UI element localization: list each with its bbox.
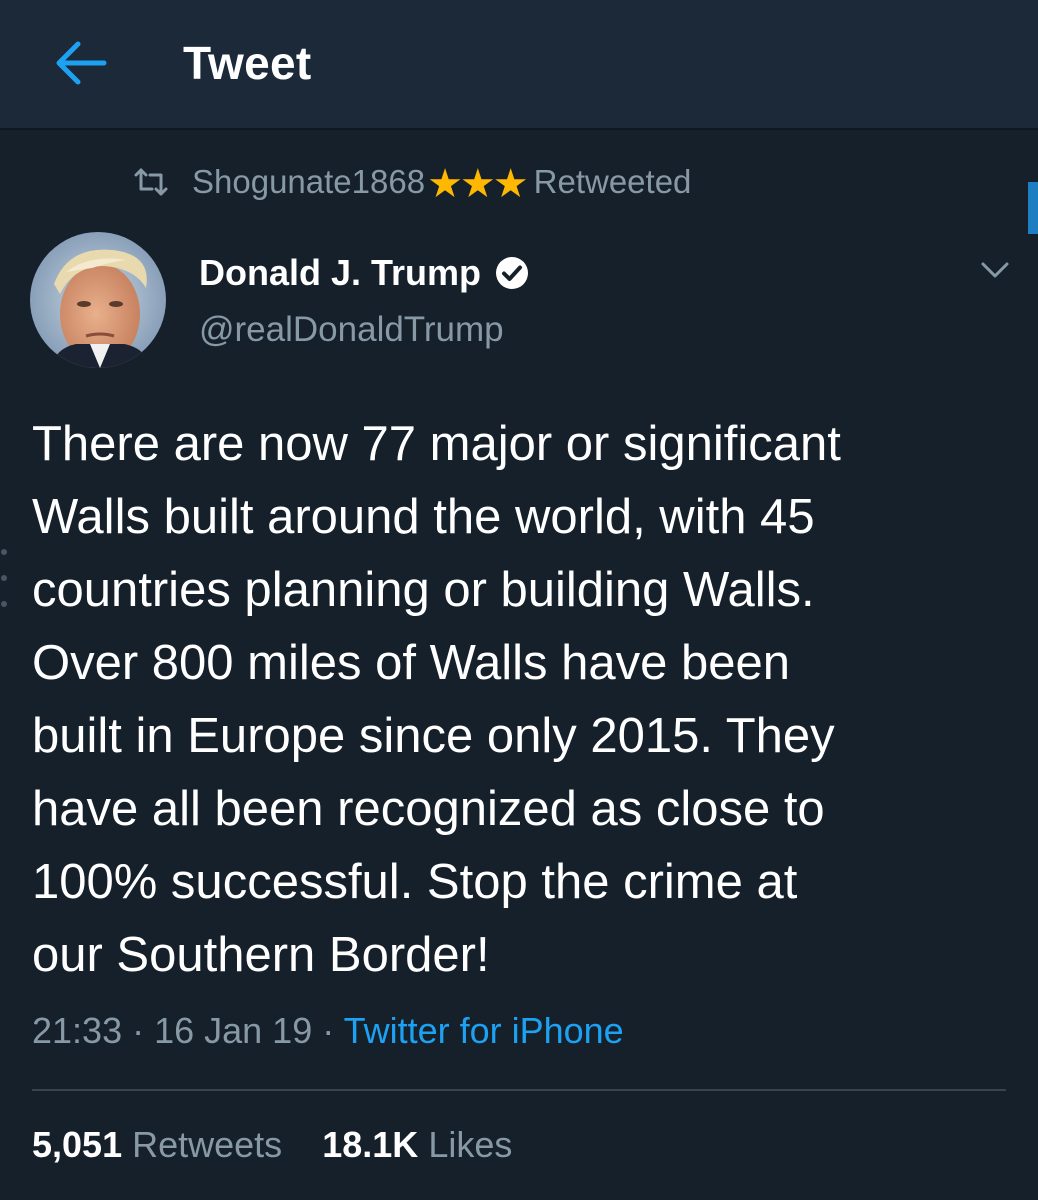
background-edge-decoration	[1, 549, 7, 607]
tweet-text-line: 100% successful. Stop the crime at	[32, 855, 798, 909]
avatar-image	[30, 232, 166, 368]
retweet-context: Shogunate1868 ★★★ Retweeted	[132, 160, 692, 206]
tweet-date: 16 Jan 19	[154, 1010, 313, 1051]
tweet-text-line: built in Europe since only 2015. They	[32, 709, 835, 763]
retweets-count: 5,051	[32, 1124, 123, 1165]
meta-separator: ·	[312, 1010, 344, 1051]
back-arrow-icon[interactable]	[52, 38, 112, 88]
page-title: Tweet	[183, 37, 312, 89]
meta-separator: ·	[122, 1010, 155, 1051]
tweet-time: 21:33	[32, 1010, 123, 1051]
tweet-text-line: our Southern Border!	[32, 928, 490, 982]
verified-badge-icon	[496, 257, 529, 289]
tweet-stats: 5,051 Retweets 18.1K Likes	[32, 1124, 512, 1166]
likes-stat[interactable]: 18.1K Likes	[322, 1124, 512, 1165]
likes-label: Likes	[428, 1124, 513, 1165]
divider	[32, 1089, 1006, 1091]
tweet-text-line: countries planning or building Walls.	[32, 563, 815, 617]
likes-count: 18.1K	[322, 1124, 419, 1165]
tweet-text-line: Walls built around the world, with 45	[32, 490, 815, 544]
tweet-source-link[interactable]: Twitter for iPhone	[344, 1010, 624, 1051]
retweet-icon	[134, 168, 168, 196]
tweet-text-line: Over 800 miles of Walls have been	[32, 636, 791, 690]
retweets-label: Retweets	[132, 1124, 283, 1165]
avatar[interactable]	[30, 232, 166, 368]
scroll-indicator[interactable]	[1028, 182, 1038, 234]
star-icons: ★★★	[427, 162, 529, 206]
author-name[interactable]: Donald J. Trump	[199, 252, 529, 294]
author-name-text: Donald J. Trump	[199, 252, 482, 293]
tweet-text-line: have all been recognized as close to	[32, 782, 825, 836]
chevron-down-icon[interactable]	[980, 258, 1010, 282]
author-handle[interactable]: @realDonaldTrump	[199, 310, 504, 350]
retweeter-username[interactable]: Shogunate1868	[192, 163, 425, 201]
tweet-text-line: There are now 77 major or significant	[32, 417, 841, 471]
retweets-stat[interactable]: 5,051 Retweets	[32, 1124, 292, 1165]
tweet-text: There are now 77 major or significant Wa…	[32, 408, 1022, 992]
tweet-metadata: 21:33 · 16 Jan 19 · Twitter for iPhone	[32, 1010, 624, 1052]
top-bar: Tweet	[0, 0, 1038, 130]
retweeted-label: Retweeted	[533, 163, 692, 200]
